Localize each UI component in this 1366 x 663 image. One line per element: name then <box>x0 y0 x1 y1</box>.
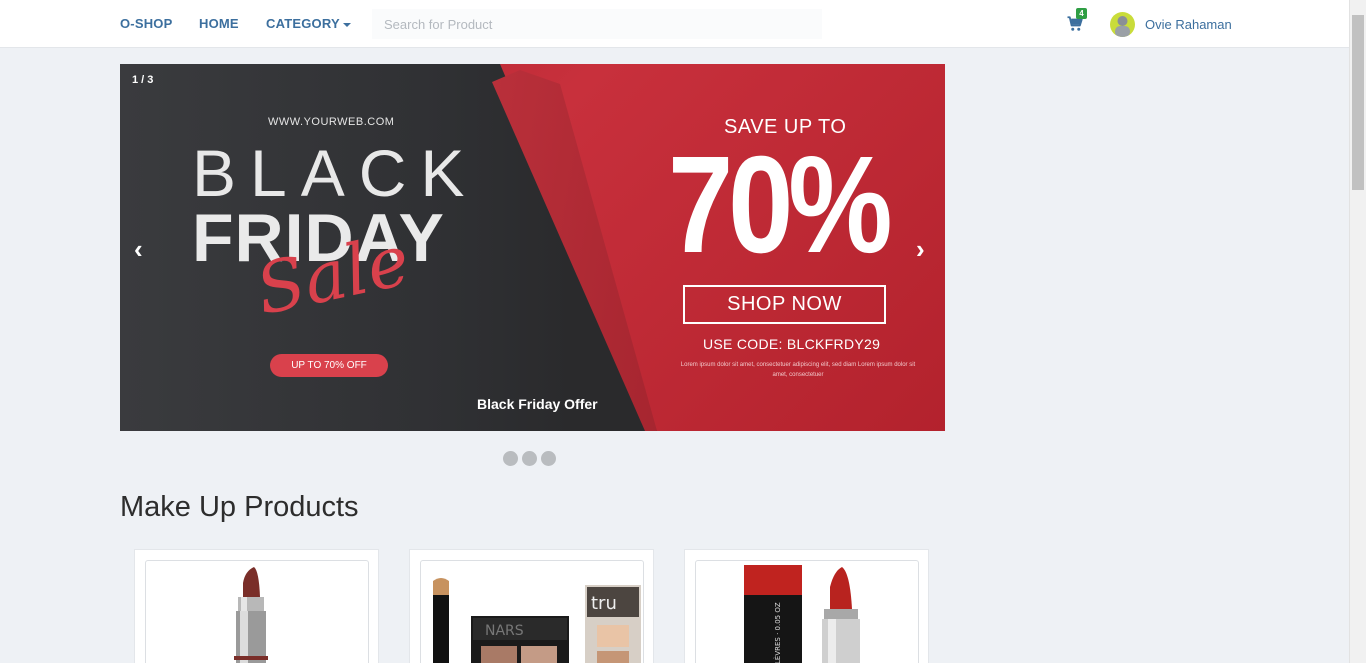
shop-now-button[interactable]: SHOP NOW <box>683 285 886 324</box>
product-image-lipstick-red-box[interactable]: À LÈVRES · 0.05 OZ <box>695 560 919 663</box>
user-name[interactable]: Ovie Rahaman <box>1145 17 1232 32</box>
carousel-indicators <box>503 451 560 466</box>
carousel-prev-arrow-icon[interactable]: ‹ <box>134 236 143 262</box>
brand-link[interactable]: O-SHOP <box>120 16 172 31</box>
search-input[interactable] <box>372 9 822 39</box>
carousel-next-arrow-icon[interactable]: › <box>916 236 925 262</box>
page-scrollbar[interactable] <box>1349 0 1366 663</box>
slide-counter: 1 / 3 <box>132 74 154 86</box>
banner-use-code: USE CODE: BLCKFRDY29 <box>703 336 881 352</box>
product-card[interactable]: À LÈVRES · 0.05 OZ <box>684 549 929 663</box>
svg-text:tru: tru <box>591 593 617 614</box>
scrollbar-thumb[interactable] <box>1352 15 1364 190</box>
category-dropdown[interactable]: CATEGORY <box>266 16 351 31</box>
caret-down-icon <box>342 22 351 27</box>
banner-headline-black: BLACK <box>192 136 479 210</box>
banner-carousel[interactable]: 1 / 3 WWW.YOURWEB.COM BLACK FRIDAY Sale … <box>120 64 945 431</box>
carousel-dot-2[interactable] <box>522 451 537 466</box>
svg-text:À LÈVRES · 0.05 OZ: À LÈVRES · 0.05 OZ <box>773 602 782 663</box>
navbar: O-SHOP HOME CATEGORY 4 Ovie Rahaman <box>0 0 1349 48</box>
product-image-makeup-palette-set[interactable]: NARS tru <box>420 560 644 663</box>
banner-web-url: WWW.YOURWEB.COM <box>268 116 395 128</box>
product-image-lipstick-brown[interactable] <box>145 560 369 663</box>
avatar-image <box>1110 12 1135 37</box>
carousel-dot-3[interactable] <box>541 451 556 466</box>
banner-off-pill: UP TO 70% OFF <box>270 354 388 377</box>
category-label: CATEGORY <box>266 16 340 31</box>
banner-fine-print: Lorem ipsum dolor sit amet, consectetuer… <box>680 362 916 378</box>
section-title: Make Up Products <box>120 491 359 523</box>
banner-percent: 70% <box>668 128 893 282</box>
cart-count-badge: 4 <box>1076 8 1087 19</box>
home-link[interactable]: HOME <box>199 16 239 31</box>
carousel-dot-1[interactable] <box>503 451 518 466</box>
product-card[interactable] <box>134 549 379 663</box>
product-card[interactable]: NARS tru <box>409 549 654 663</box>
svg-text:NARS: NARS <box>485 623 524 639</box>
avatar[interactable] <box>1110 12 1135 37</box>
slide-caption: Black Friday Offer <box>477 396 598 412</box>
